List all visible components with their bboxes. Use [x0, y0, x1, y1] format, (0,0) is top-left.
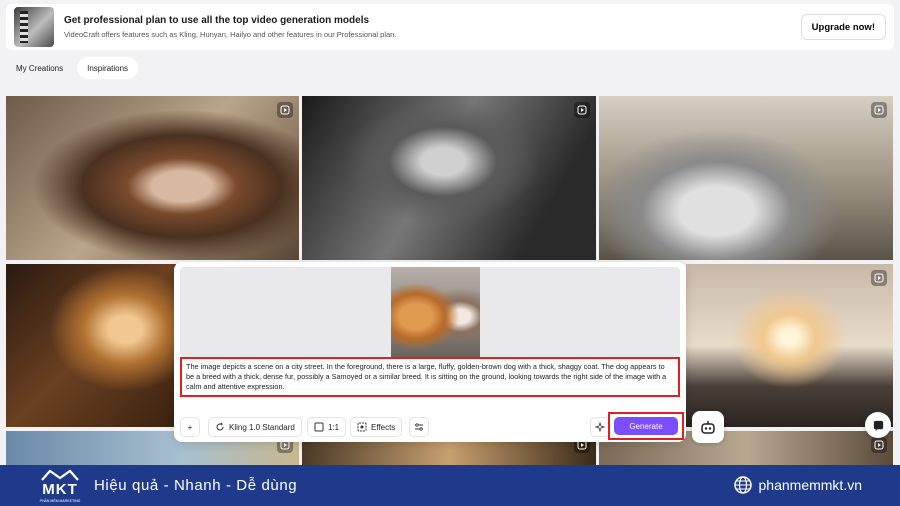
gallery-tile[interactable] [599, 96, 893, 260]
generation-toolbar: + Kling 1.0 Standard 1:1 Effects [180, 417, 680, 437]
enhance-button[interactable] [590, 417, 610, 437]
logo-mark-icon [41, 469, 79, 481]
generate-highlight: Generate [608, 412, 684, 440]
model-label: Kling 1.0 Standard [229, 422, 295, 432]
banner-title: Get professional plan to use all the top… [64, 15, 370, 26]
globe-icon [733, 476, 752, 494]
chat-icon [873, 420, 883, 431]
add-button[interactable]: + [180, 417, 200, 437]
banner-subtitle: VideoCraft offers features such as Kling… [64, 30, 397, 39]
gallery-tile[interactable] [686, 264, 893, 427]
gallery-tile[interactable] [6, 96, 299, 260]
play-icon[interactable] [277, 102, 293, 118]
chat-button[interactable] [865, 412, 891, 438]
settings-button[interactable] [409, 417, 429, 437]
gallery-tile[interactable] [6, 264, 176, 427]
sparkle-icon [595, 422, 605, 432]
slogan: Hiệu quả - Nhanh - Dễ dùng [94, 477, 298, 494]
effects-button[interactable]: Effects [350, 417, 403, 437]
banner-thumbnail [14, 7, 54, 47]
play-icon[interactable] [574, 102, 590, 118]
effects-icon [357, 422, 367, 432]
site-link[interactable]: phanmemmkt.vn [733, 475, 862, 495]
effects-label: Effects [371, 422, 396, 432]
model-select[interactable]: Kling 1.0 Standard [208, 417, 302, 437]
robot-icon [701, 421, 715, 434]
square-icon [314, 422, 324, 432]
brand-footer: MKT PHẦN MỀM MARKETING Hiệu quả - Nhanh … [0, 465, 900, 506]
prompt-input[interactable]: The image depicts a scene on a city stre… [180, 357, 680, 397]
upgrade-button[interactable]: Upgrade now! [800, 14, 886, 40]
mkt-logo: MKT PHẦN MỀM MARKETING [38, 468, 82, 504]
gallery-tile[interactable] [302, 96, 596, 260]
tab-my-creations[interactable]: My Creations [6, 57, 73, 79]
assistant-button[interactable] [692, 411, 724, 443]
logo-subtext: PHẦN MỀM MARKETING [39, 498, 81, 503]
sliders-icon [415, 423, 423, 431]
creation-tabs: My Creations Inspirations [6, 57, 139, 79]
generation-panel: The image depicts a scene on a city stre… [174, 262, 686, 442]
upgrade-banner: Get professional plan to use all the top… [6, 4, 894, 50]
generate-button[interactable]: Generate [614, 417, 678, 435]
play-icon[interactable] [871, 437, 887, 453]
banner-text: Get professional plan to use all the top… [64, 15, 396, 39]
play-icon[interactable] [871, 270, 887, 286]
uploaded-image[interactable] [391, 267, 480, 357]
play-icon[interactable] [871, 102, 887, 118]
refresh-icon [216, 422, 224, 431]
ratio-label: 1:1 [328, 422, 340, 432]
tab-inspirations[interactable]: Inspirations [77, 57, 139, 79]
image-preview-area [180, 267, 680, 357]
logo-text: MKT [42, 480, 78, 498]
site-text: phanmemmkt.vn [758, 477, 862, 493]
aspect-ratio-select[interactable]: 1:1 [307, 417, 347, 437]
